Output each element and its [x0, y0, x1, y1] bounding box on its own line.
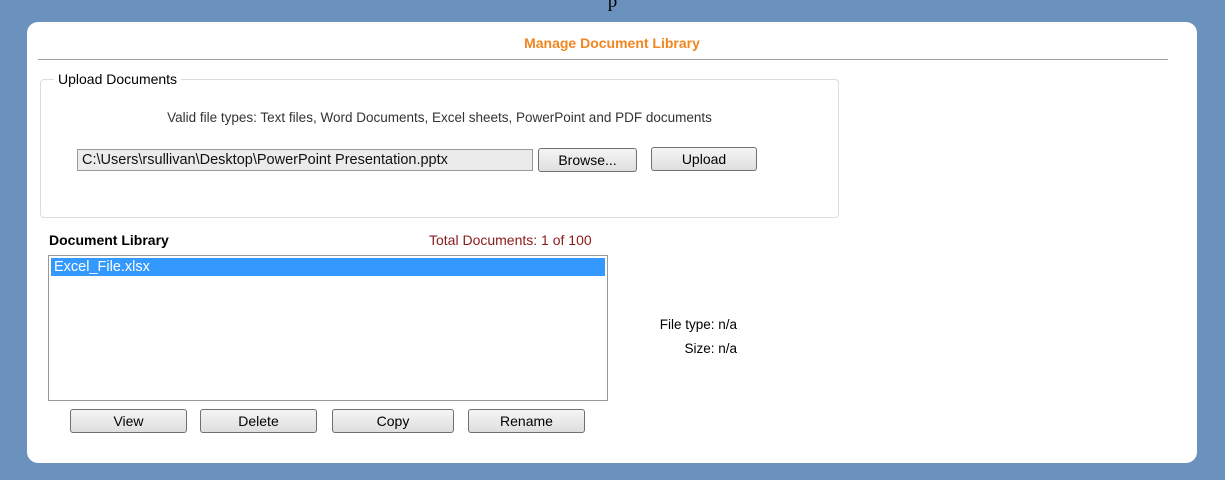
document-library-title: Document Library — [49, 232, 169, 248]
delete-button[interactable]: Delete — [200, 409, 317, 433]
browse-button[interactable]: Browse... — [538, 148, 637, 172]
title-divider — [38, 59, 1168, 60]
rename-button[interactable]: Rename — [468, 409, 585, 433]
upload-group-legend: Upload Documents — [54, 71, 182, 87]
file-size-info: Size: n/a — [684, 341, 737, 356]
list-item[interactable]: Excel_File.xlsx — [51, 258, 605, 276]
file-type-info: File type: n/a — [659, 317, 737, 332]
total-documents-count: Total Documents: 1 of 100 — [429, 232, 592, 248]
upload-documents-group: Upload Documents Valid file types: Text … — [40, 71, 839, 218]
upload-button[interactable]: Upload — [651, 147, 757, 171]
document-library-panel: Manage Document Library Upload Documents… — [27, 22, 1197, 463]
page-title: Manage Document Library — [524, 35, 700, 51]
document-list[interactable]: Excel_File.xlsx — [48, 255, 608, 401]
top-caption: p — [607, 0, 618, 12]
copy-button[interactable]: Copy — [332, 409, 454, 433]
file-path-input[interactable]: C:\Users\rsullivan\Desktop\PowerPoint Pr… — [77, 149, 533, 171]
valid-file-types-text: Valid file types: Text files, Word Docum… — [167, 110, 712, 125]
view-button[interactable]: View — [70, 409, 187, 433]
